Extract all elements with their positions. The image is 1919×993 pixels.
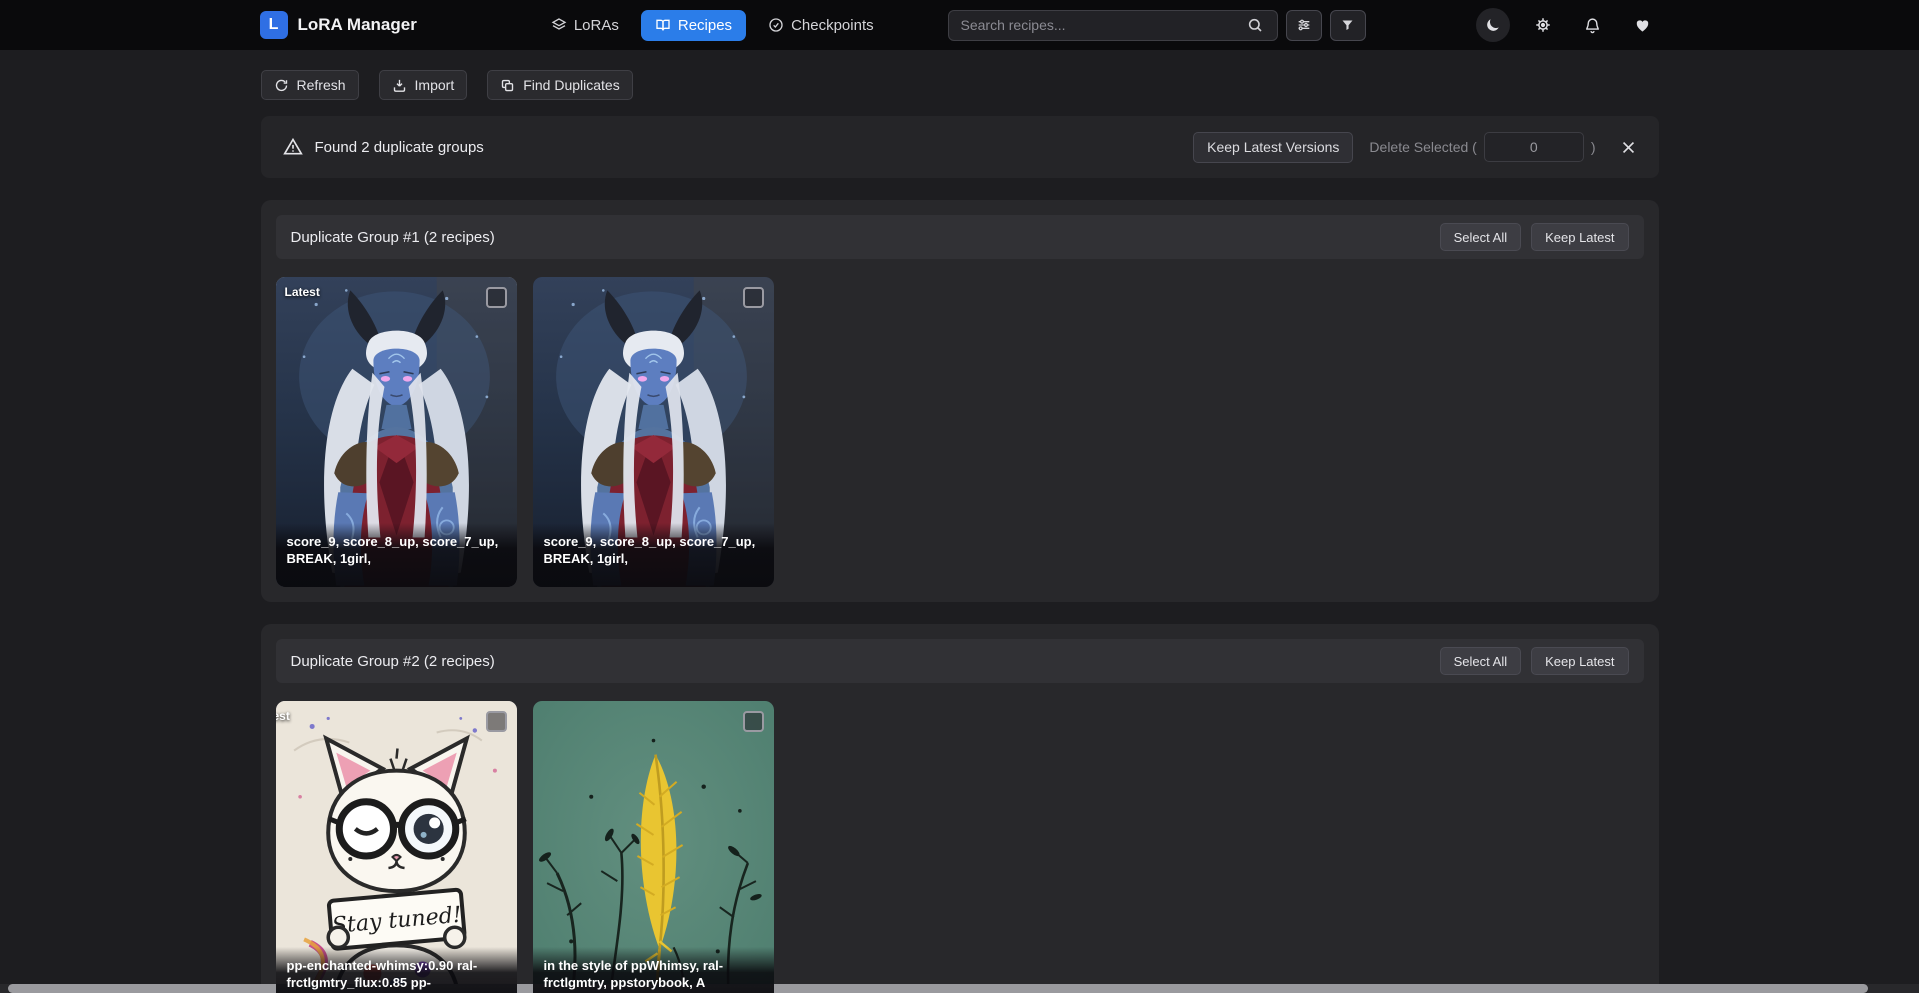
heart-icon xyxy=(1634,17,1651,34)
refresh-icon xyxy=(274,78,289,93)
refresh-button[interactable]: Refresh xyxy=(261,70,359,100)
moon-icon xyxy=(1484,17,1501,34)
card-grid: Stay tuned! Latest pp-enchanted-whimsy:0… xyxy=(276,701,1644,993)
recipe-card[interactable]: Stay tuned! Latest pp-enchanted-whimsy:0… xyxy=(276,701,517,993)
select-all-button[interactable]: Select All xyxy=(1440,223,1521,251)
nav-tab-label: Checkpoints xyxy=(791,17,874,34)
select-all-button[interactable]: Select All xyxy=(1440,647,1521,675)
recipe-caption: in the style of ppWhimsy, ral-frctlgmtry… xyxy=(533,947,774,993)
latest-badge: Latest xyxy=(276,709,290,723)
book-icon xyxy=(655,17,671,33)
navbar-actions xyxy=(1476,8,1660,42)
recipe-caption: pp-enchanted-whimsy:0.90 ral-frctlgmtry_… xyxy=(276,947,517,993)
theme-toggle-button[interactable] xyxy=(1476,8,1510,42)
duplicate-group-2: Duplicate Group #2 (2 recipes) Select Al… xyxy=(261,624,1659,993)
settings-button[interactable] xyxy=(1526,8,1560,42)
group-header: Duplicate Group #1 (2 recipes) Select Al… xyxy=(276,215,1644,259)
delete-count-input[interactable] xyxy=(1484,132,1584,162)
keep-latest-button[interactable]: Keep Latest xyxy=(1531,223,1628,251)
banner-message: Found 2 duplicate groups xyxy=(315,139,484,156)
find-duplicates-label: Find Duplicates xyxy=(523,77,620,93)
app-title: LoRA Manager xyxy=(298,15,417,35)
import-icon xyxy=(392,78,407,93)
keep-latest-button[interactable]: Keep Latest xyxy=(1531,647,1628,675)
duplicate-group-1: Duplicate Group #1 (2 recipes) Select Al… xyxy=(261,200,1659,602)
recipe-caption: score_9, score_8_up, score_7_up, BREAK, … xyxy=(533,523,774,587)
latest-badge: Latest xyxy=(285,285,320,299)
duplicates-icon xyxy=(500,78,515,93)
nav-tab-checkpoints[interactable]: Checkpoints xyxy=(754,10,888,41)
delete-selected-suffix: ) xyxy=(1591,139,1596,155)
group-title: Duplicate Group #1 (2 recipes) xyxy=(291,229,495,246)
card-checkbox[interactable] xyxy=(743,287,764,308)
group-header: Duplicate Group #2 (2 recipes) Select Al… xyxy=(276,639,1644,683)
app-logo: L xyxy=(260,11,288,39)
card-checkbox[interactable] xyxy=(486,287,507,308)
nav-tab-label: Recipes xyxy=(678,17,732,34)
brand: L LoRA Manager xyxy=(260,11,417,39)
delete-selected-control[interactable]: Delete Selected ( ) xyxy=(1369,132,1595,162)
toolbar: Refresh Import Find Duplicates xyxy=(261,70,1659,100)
sort-options-button[interactable] xyxy=(1286,10,1322,41)
nav-tabs: LoRAs Recipes Checkpoints xyxy=(537,10,888,41)
search-icon xyxy=(1247,17,1263,33)
import-button[interactable]: Import xyxy=(379,70,468,100)
refresh-label: Refresh xyxy=(297,77,346,93)
navbar: L LoRA Manager LoRAs Recipes Checkpoints xyxy=(0,0,1919,50)
bell-icon xyxy=(1584,17,1601,34)
search-bar xyxy=(948,10,1278,41)
nav-tab-recipes[interactable]: Recipes xyxy=(641,10,746,41)
layers-icon xyxy=(551,17,567,33)
card-checkbox[interactable] xyxy=(486,711,507,732)
delete-selected-prefix: Delete Selected ( xyxy=(1369,139,1476,155)
group-title: Duplicate Group #2 (2 recipes) xyxy=(291,653,495,670)
card-checkbox[interactable] xyxy=(743,711,764,732)
close-icon xyxy=(1620,139,1637,156)
recipe-card[interactable]: Latest score_9, score_8_up, score_7_up, … xyxy=(276,277,517,587)
recipe-card[interactable]: score_9, score_8_up, score_7_up, BREAK, … xyxy=(533,277,774,587)
funnel-icon xyxy=(1340,18,1355,33)
search-input[interactable] xyxy=(948,10,1278,41)
sliders-icon xyxy=(1296,17,1312,33)
recipe-card[interactable]: in the style of ppWhimsy, ral-frctlgmtry… xyxy=(533,701,774,993)
favorites-button[interactable] xyxy=(1626,8,1660,42)
nav-tab-loras[interactable]: LoRAs xyxy=(537,10,633,41)
duplicates-banner: Found 2 duplicate groups Keep Latest Ver… xyxy=(261,116,1659,178)
search-button[interactable] xyxy=(1247,13,1275,38)
import-label: Import xyxy=(415,77,455,93)
banner-close-button[interactable] xyxy=(1620,139,1637,156)
notifications-button[interactable] xyxy=(1576,8,1610,42)
check-circle-icon xyxy=(768,17,784,33)
main-content: Refresh Import Find Duplicates Found 2 d… xyxy=(261,70,1659,993)
find-duplicates-button[interactable]: Find Duplicates xyxy=(487,70,633,100)
warning-icon xyxy=(283,137,303,157)
recipe-caption: score_9, score_8_up, score_7_up, BREAK, … xyxy=(276,523,517,587)
card-grid: Latest score_9, score_8_up, score_7_up, … xyxy=(276,277,1644,587)
nav-tab-label: LoRAs xyxy=(574,17,619,34)
filter-button[interactable] xyxy=(1330,10,1366,41)
gear-icon xyxy=(1534,16,1552,34)
keep-latest-versions-button[interactable]: Keep Latest Versions xyxy=(1193,132,1353,163)
